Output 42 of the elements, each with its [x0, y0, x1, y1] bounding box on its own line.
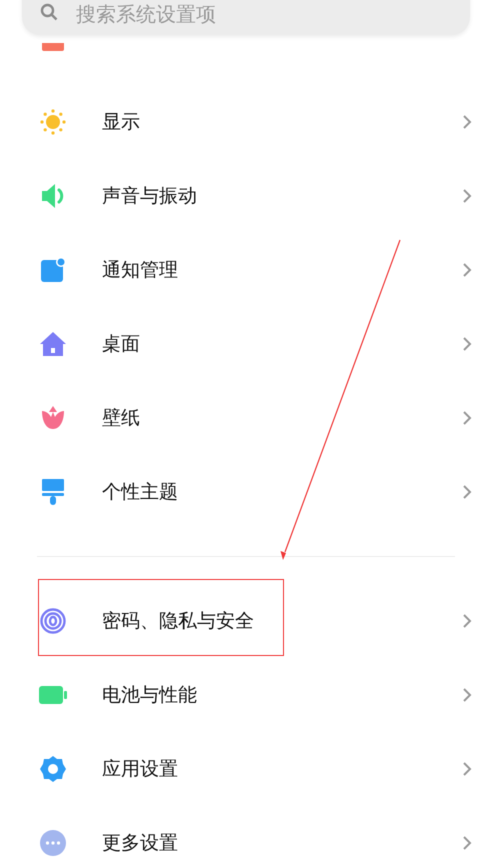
- settings-item-label: 壁纸: [102, 406, 141, 431]
- house-icon: [39, 331, 67, 357]
- settings-item-icon: [42, 43, 64, 51]
- chevron-right-icon: [462, 336, 472, 352]
- settings-item-label: 个性主题: [102, 480, 179, 505]
- search-icon: [40, 3, 58, 21]
- sun-icon: [39, 108, 67, 136]
- chevron-right-icon: [462, 613, 472, 629]
- settings-item-label: 声音与振动: [102, 184, 198, 209]
- settings-item-label: 应用设置: [102, 756, 179, 782]
- chevron-right-icon: [462, 761, 472, 777]
- battery-icon: [38, 685, 68, 705]
- settings-item[interactable]: 应用设置: [0, 732, 492, 806]
- settings-item[interactable]: 电池与性能: [0, 658, 492, 732]
- settings-item[interactable]: 更多设置: [0, 806, 492, 858]
- settings-item-label: 桌面: [102, 332, 141, 357]
- chevron-right-icon: [462, 410, 472, 426]
- settings-item-label: 显示: [102, 110, 141, 135]
- chevron-right-icon: [462, 188, 472, 204]
- settings-item[interactable]: 壁纸: [0, 381, 492, 455]
- settings-item[interactable]: 显示: [0, 85, 492, 159]
- settings-item-label: 更多设置: [102, 830, 179, 856]
- search-field[interactable]: 搜索系统设置项: [22, 0, 470, 35]
- settings-icon: [39, 755, 67, 783]
- settings-item-label: 电池与性能: [102, 682, 198, 708]
- settings-item[interactable]: 桌面: [0, 307, 492, 381]
- chevron-right-icon: [462, 114, 472, 130]
- settings-item-label: 密码、隐私与安全: [102, 608, 255, 634]
- settings-item-label: 通知管理: [102, 258, 179, 283]
- chevron-right-icon: [462, 687, 472, 703]
- chevron-right-icon: [462, 484, 472, 500]
- settings-item[interactable]: 密码、隐私与安全: [0, 584, 492, 658]
- speaker-icon: [40, 182, 66, 210]
- chevron-right-icon: [462, 835, 472, 851]
- settings-item[interactable]: 个性主题: [0, 455, 492, 529]
- notification-icon: [40, 257, 66, 283]
- fingerprint-icon: [39, 607, 67, 635]
- paint-roller-icon: [40, 478, 66, 506]
- tulip-icon: [40, 405, 66, 431]
- chevron-right-icon: [462, 262, 472, 278]
- settings-item[interactable]: 通知管理: [0, 233, 492, 307]
- settings-item[interactable]: 声音与振动: [0, 159, 492, 233]
